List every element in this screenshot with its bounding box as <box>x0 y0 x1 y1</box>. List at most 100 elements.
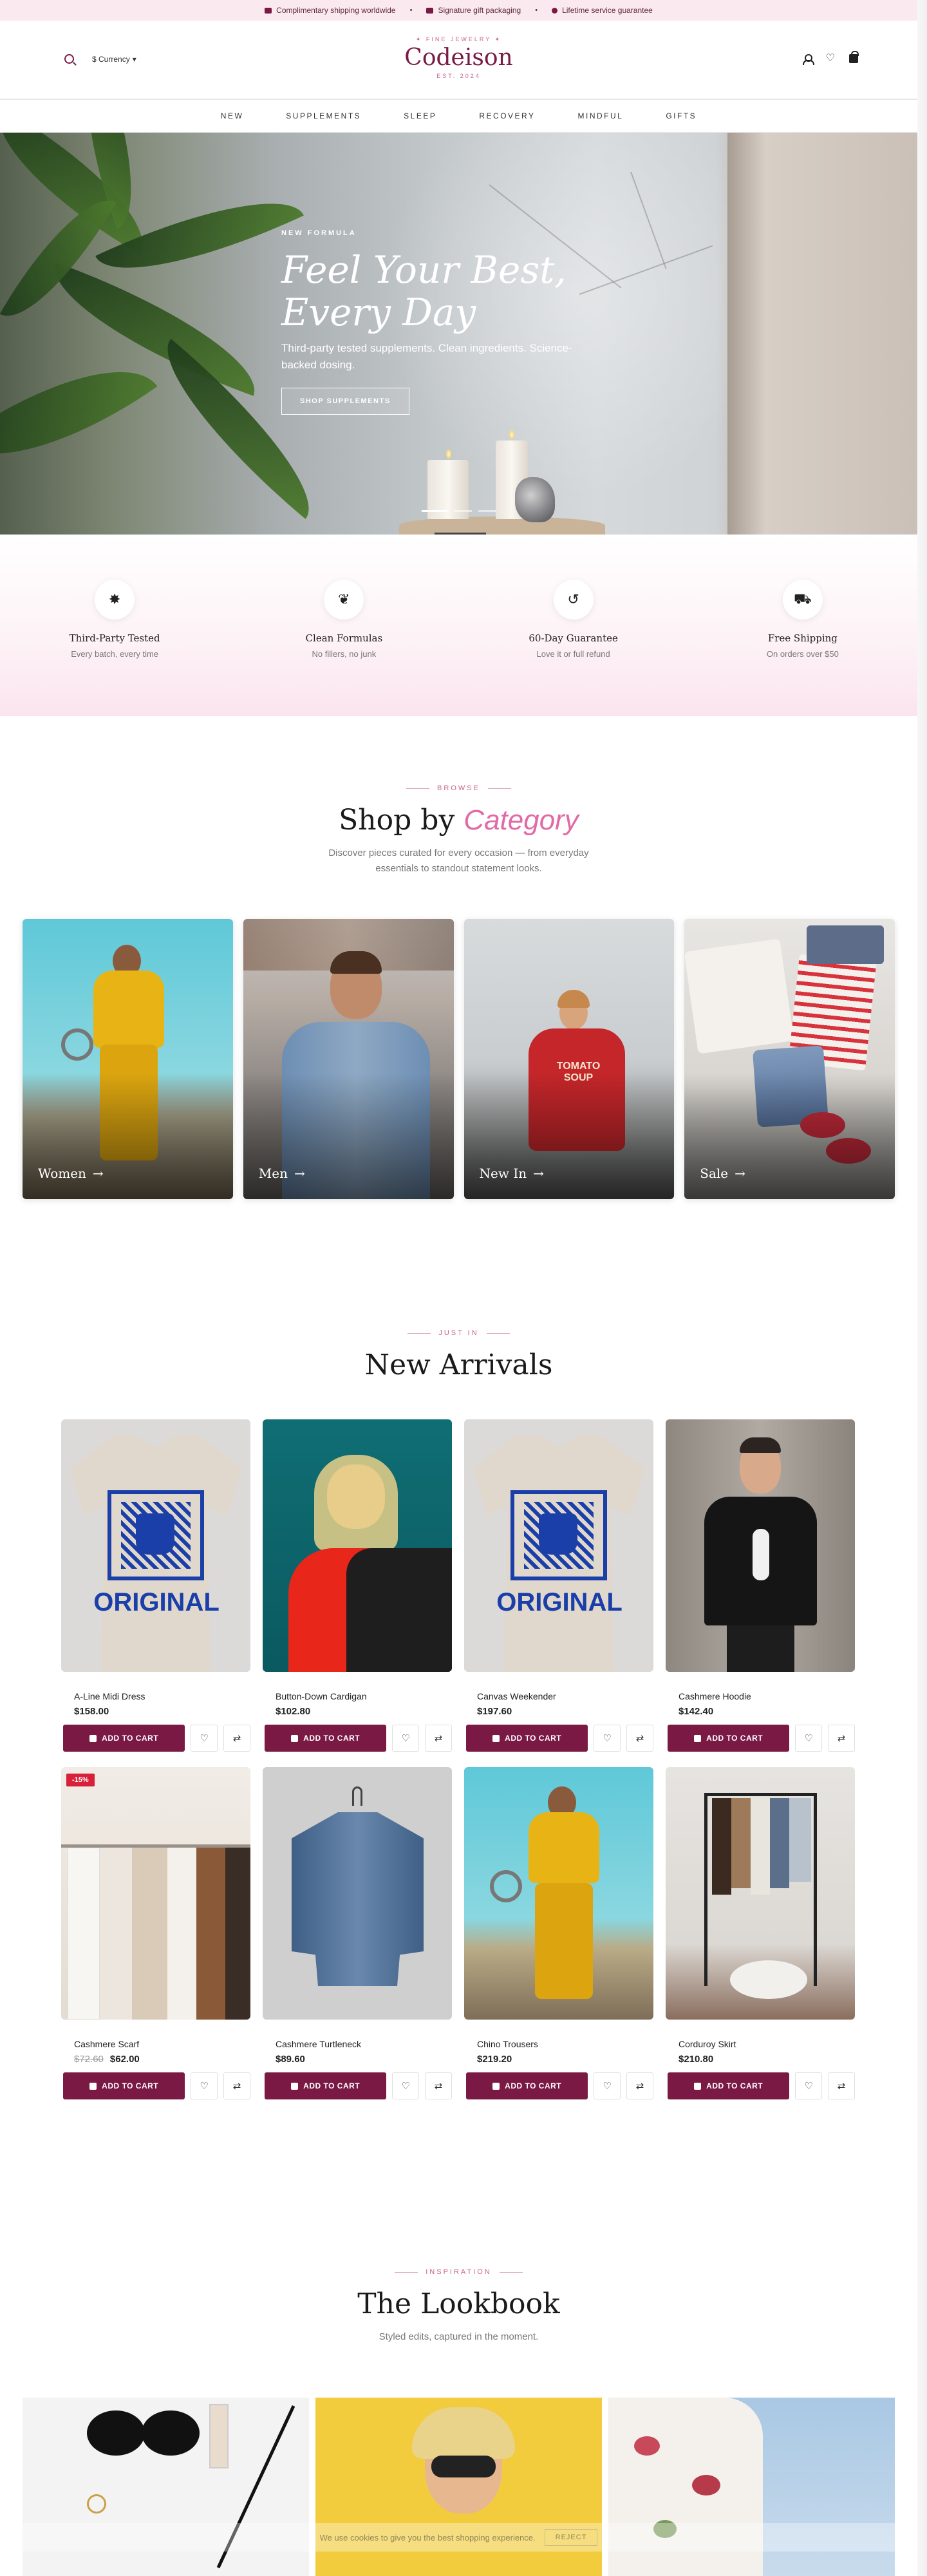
logo[interactable]: ✦ FINE JEWELRY ✦ Codeison EST. 2024 <box>0 36 917 79</box>
title-plain: Shop by <box>339 804 464 837</box>
category-card-men[interactable]: Men → <box>243 919 454 1199</box>
heart-icon: ♡ <box>200 2081 209 2092</box>
user-icon[interactable] <box>802 53 814 65</box>
compare-button[interactable]: ⇄ <box>425 1725 453 1752</box>
compare-icon: ⇄ <box>837 1733 846 1744</box>
product-actions: ADD TO CART ♡ ⇄ <box>464 1725 654 1752</box>
product-image[interactable] <box>263 1767 452 2020</box>
garment-graphic <box>751 1798 770 1895</box>
product-name[interactable]: Chino Trousers <box>464 2039 653 2049</box>
wishlist-button[interactable]: ♡ <box>594 2072 621 2099</box>
section-eyebrow: BROWSE <box>0 784 917 792</box>
cookie-reject-button[interactable]: REJECT <box>544 2529 598 2546</box>
category-label: Sale → <box>700 1166 745 1181</box>
cart-icon[interactable] <box>849 51 859 63</box>
product-name[interactable]: Cashmere Turtleneck <box>263 2039 452 2049</box>
arrow-right-icon: → <box>294 1166 305 1181</box>
add-to-cart-button[interactable]: ADD TO CART <box>63 2072 185 2099</box>
product-price: $197.60 <box>464 1706 653 1717</box>
add-to-cart-button[interactable]: ADD TO CART <box>466 2072 588 2099</box>
category-card-women[interactable]: Women → <box>23 919 233 1199</box>
arrow-right-icon: → <box>92 1166 104 1181</box>
category-card-sale[interactable]: Sale → <box>684 919 895 1199</box>
compare-icon: ⇄ <box>837 2081 846 2092</box>
wishlist-button[interactable]: ♡ <box>392 2072 420 2099</box>
product-name[interactable]: A-Line Midi Dress <box>61 1691 250 1701</box>
wishlist-icon[interactable]: ♡ <box>826 53 835 64</box>
announcement-item: Signature gift packaging <box>426 6 521 15</box>
product-image[interactable]: -15% <box>61 1767 250 2020</box>
product-image[interactable]: ORIGINAL <box>61 1419 250 1672</box>
nav-item-mindful[interactable]: MINDFUL <box>578 111 624 120</box>
carousel-dot[interactable] <box>478 510 496 512</box>
product-name[interactable]: Cashmere Hoodie <box>666 1691 855 1701</box>
price-current: $102.80 <box>276 1706 311 1717</box>
add-to-cart-button[interactable]: ADD TO CART <box>265 2072 387 2099</box>
add-to-cart-button[interactable]: ADD TO CART <box>265 1725 387 1752</box>
product-image[interactable] <box>464 1767 653 2020</box>
hero-banner: NEW FORMULA Feel Your Best, Every Day Th… <box>0 133 917 535</box>
carousel-dot[interactable] <box>454 510 472 512</box>
product-image[interactable]: ORIGINAL <box>464 1419 653 1672</box>
hero-tray <box>399 516 605 535</box>
garment-graphic <box>68 1848 100 2020</box>
product-price: $102.80 <box>263 1706 452 1717</box>
add-to-cart-button[interactable]: ADD TO CART <box>668 2072 790 2099</box>
shirt-graphic <box>684 938 794 1054</box>
add-to-cart-button[interactable]: ADD TO CART <box>63 1725 185 1752</box>
badge-icon: ✸ <box>95 580 135 620</box>
nav-item-recovery[interactable]: RECOVERY <box>479 111 535 120</box>
product-actions: ADD TO CART ♡ ⇄ <box>61 2072 251 2099</box>
product-image[interactable] <box>666 1419 855 1672</box>
compare-button[interactable]: ⇄ <box>223 2072 251 2099</box>
figure-jacket <box>346 1548 452 1672</box>
wishlist-button[interactable]: ♡ <box>795 2072 823 2099</box>
announcement-text: Lifetime service guarantee <box>562 6 653 15</box>
wishlist-button[interactable]: ♡ <box>191 1725 218 1752</box>
compare-button[interactable]: ⇄ <box>828 2072 856 2099</box>
product-name[interactable]: Cashmere Scarf <box>61 2039 250 2049</box>
compare-button[interactable]: ⇄ <box>425 2072 453 2099</box>
compare-button[interactable]: ⇄ <box>223 1725 251 1752</box>
product-card: Chino Trousers $219.20 ADD TO CART ♡ ⇄ <box>464 1767 654 2099</box>
compare-icon: ⇄ <box>232 2081 241 2092</box>
product-image[interactable] <box>666 1767 855 2020</box>
shop-supplements-button[interactable]: SHOP SUPPLEMENTS <box>281 388 409 415</box>
product-name[interactable]: Corduroy Skirt <box>666 2039 855 2049</box>
product-name[interactable]: Button-Down Cardigan <box>263 1691 452 1701</box>
product-image[interactable] <box>263 1419 452 1672</box>
bag-icon <box>492 2082 500 2090</box>
product-price: $72.60 $62.00 <box>61 2054 250 2065</box>
nav-item-supplements[interactable]: SUPPLEMENTS <box>286 111 361 120</box>
carousel-dot[interactable] <box>422 510 447 512</box>
category-name: Sale <box>700 1166 729 1181</box>
feature-title: Free Shipping <box>767 632 838 644</box>
nav-item-gifts[interactable]: GIFTS <box>666 111 697 120</box>
category-card-new-in[interactable]: TOMATOSOUP New In→ <box>464 919 675 1199</box>
wishlist-button[interactable]: ♡ <box>191 2072 218 2099</box>
feature-title: 60-Day Guarantee <box>529 632 618 644</box>
compare-button[interactable]: ⇄ <box>828 1725 856 1752</box>
add-to-cart-button[interactable]: ADD TO CART <box>466 1725 588 1752</box>
hero-leaf <box>0 328 158 498</box>
separator-dot: • <box>535 6 538 14</box>
rug-graphic <box>730 1960 807 1999</box>
announcement-bar: Complimentary shipping worldwide • Signa… <box>0 0 917 21</box>
product-name[interactable]: Canvas Weekender <box>464 1691 653 1701</box>
compare-button[interactable]: ⇄ <box>626 1725 654 1752</box>
nav-item-new[interactable]: NEW <box>221 111 244 120</box>
scrollbar-track[interactable] <box>917 0 927 2576</box>
wishlist-button[interactable]: ♡ <box>795 1725 823 1752</box>
product-card: Cashmere Hoodie $142.40 ADD TO CART ♡ ⇄ <box>666 1419 856 1752</box>
wishlist-button[interactable]: ♡ <box>392 1725 420 1752</box>
section-subtitle: Styled edits, captured in the moment. <box>379 2331 539 2342</box>
compare-button[interactable]: ⇄ <box>626 2072 654 2099</box>
feature-title: Clean Formulas <box>305 632 383 644</box>
wishlist-button[interactable]: ♡ <box>594 1725 621 1752</box>
price-old: $72.60 <box>74 2054 104 2065</box>
announcement-item: Lifetime service guarantee <box>552 6 653 15</box>
add-to-cart-button[interactable]: ADD TO CART <box>668 1725 790 1752</box>
rack-graphic <box>704 1793 817 1796</box>
nav-item-sleep[interactable]: SLEEP <box>404 111 436 120</box>
logo-tagline: ✦ FINE JEWELRY ✦ <box>415 36 502 43</box>
